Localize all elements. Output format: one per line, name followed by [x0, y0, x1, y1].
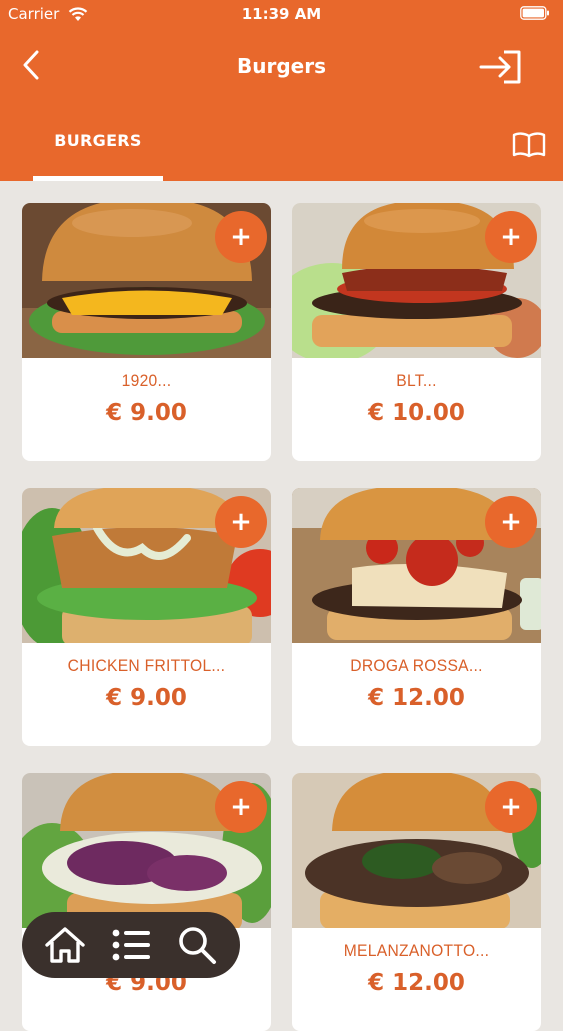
bottom-nav: [22, 912, 240, 978]
product-image: +: [292, 773, 541, 928]
product-card[interactable]: + 1920... € 9.00: [22, 203, 271, 461]
product-name: MELANZANOTTO...: [343, 941, 490, 960]
add-to-cart-button[interactable]: +: [485, 496, 537, 548]
battery-icon: [520, 6, 549, 20]
product-price: € 12.00: [368, 685, 465, 711]
tab-burgers[interactable]: BURGERS: [33, 131, 163, 150]
book-icon[interactable]: [512, 130, 546, 158]
product-name: BLT...: [396, 371, 437, 390]
product-price: € 9.00: [106, 400, 187, 426]
product-name: CHICKEN FRITTOL...: [67, 656, 226, 675]
add-to-cart-button[interactable]: +: [215, 781, 267, 833]
add-to-cart-button[interactable]: +: [215, 211, 267, 263]
add-to-cart-button[interactable]: +: [485, 211, 537, 263]
product-image: +: [292, 203, 541, 358]
product-card[interactable]: + € 9.00: [22, 773, 271, 1031]
add-to-cart-button[interactable]: +: [485, 781, 537, 833]
status-time: 11:39 AM: [241, 5, 322, 23]
product-card[interactable]: + DROGA ROSSA... € 12.00: [292, 488, 541, 746]
header-bar: Carrier 11:39 AM Burgers BURGERS: [0, 0, 563, 181]
product-card[interactable]: + MELANZANOTTO... € 12.00: [292, 773, 541, 1031]
product-card[interactable]: + CHICKEN FRITTOL... € 9.00: [22, 488, 271, 746]
product-name: 1920...: [121, 371, 172, 390]
product-image: +: [22, 203, 271, 358]
product-image: +: [22, 488, 271, 643]
add-to-cart-button[interactable]: +: [215, 496, 267, 548]
list-icon[interactable]: [109, 924, 153, 966]
status-bar: Carrier 11:39 AM: [0, 0, 563, 30]
login-icon[interactable]: [478, 48, 524, 86]
product-price: € 12.00: [368, 970, 465, 996]
tab-active-indicator: [33, 176, 163, 181]
product-card[interactable]: + BLT... € 10.00: [292, 203, 541, 461]
home-icon[interactable]: [43, 924, 87, 966]
product-image: +: [22, 773, 271, 928]
product-price: € 9.00: [106, 685, 187, 711]
product-price: € 10.00: [368, 400, 465, 426]
product-image: +: [292, 488, 541, 643]
search-icon[interactable]: [175, 924, 219, 966]
product-name: DROGA ROSSA...: [350, 656, 483, 675]
